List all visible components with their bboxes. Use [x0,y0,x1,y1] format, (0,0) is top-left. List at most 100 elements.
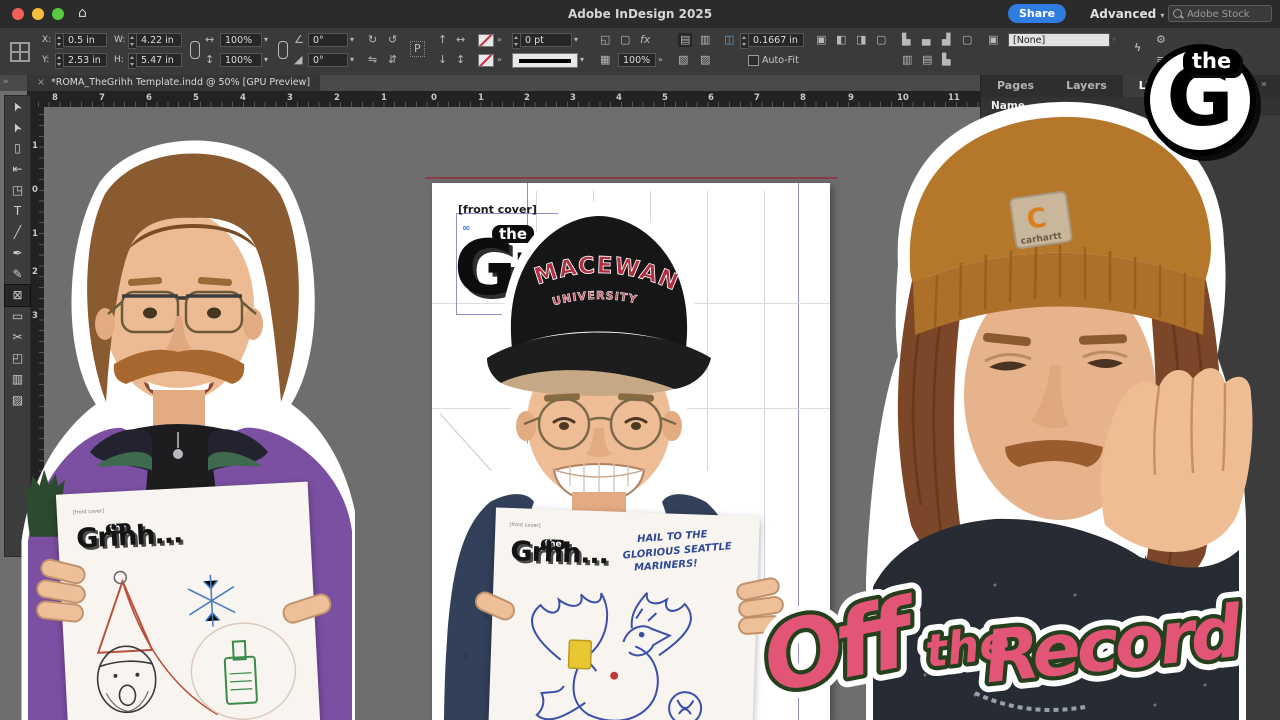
handwritten-note-line1: HAIL TO THE [636,529,708,546]
distribute-right-icon[interactable]: ▙ [942,53,950,67]
align-bottom-icon[interactable]: ↓ [438,53,447,67]
quick-actions-icon[interactable]: ϟ [1134,41,1141,55]
settings-gear-icon[interactable]: ⚙ [1156,33,1166,47]
fit-content-icon[interactable]: ▣ [816,33,826,47]
wrap-none-icon[interactable]: ▤ [678,33,693,47]
shear-caret-icon[interactable]: ▾ [350,55,354,64]
align-center-icon[interactable]: ▄ [922,33,930,47]
distribute-center-icon[interactable]: ▤ [922,53,932,67]
stroke-weight-caret-icon[interactable]: ▾ [574,35,578,44]
shear-input[interactable]: 0° [308,53,348,67]
w-label: W: [114,35,126,45]
x-label: X: [42,35,52,45]
adobe-stock-search-input[interactable]: Adobe Stock [1168,5,1272,22]
rotation-icon: ∠ [294,33,304,46]
fill-color-caret-icon[interactable]: » [497,55,502,64]
distribute-left-icon[interactable]: ▥ [902,53,912,67]
frame-fitting-icon[interactable]: ◫ [724,33,734,47]
share-button[interactable]: Share [1008,4,1066,23]
stroke-color-caret-icon[interactable]: » [497,35,502,44]
effects-fx-icon[interactable]: fx [640,33,650,47]
workspace-dropdown[interactable]: Advanced ▾ [1090,7,1164,21]
scale-y-caret-icon[interactable]: ▾ [264,55,268,64]
app-title: Adobe InDesign 2025 [567,7,713,21]
h-stepper[interactable] [128,53,136,69]
rotation-input[interactable]: 0° [308,33,348,47]
opacity-caret-icon[interactable]: » [658,55,663,64]
stroke-weight-stepper[interactable] [512,33,520,49]
corner-options-icon[interactable]: ◱ [600,33,610,47]
corner-shape-icon[interactable]: ▢ [620,33,630,47]
rotate-ccw-icon[interactable]: ↺ [388,33,397,47]
ruler-number: 8 [800,93,806,103]
panel-tab-layers[interactable]: Layers [1050,75,1123,97]
chevron-down-icon: ▾ [1160,11,1165,20]
control-panel: X: 0.5 in Y: 2.53 in W: 4.22 in H: 5.47 … [0,28,1280,76]
panel-tab-pages[interactable]: Pages [981,75,1050,97]
y-stepper[interactable] [55,53,63,69]
ruler-number: 8 [52,93,58,103]
w-input[interactable]: 4.22 in [136,33,182,47]
object-style-dropdown[interactable]: [None] [1008,33,1110,47]
gap-input[interactable]: 0.1667 in [748,33,804,47]
ruler-number: 6 [146,93,152,103]
constrain-scale-icon[interactable] [278,41,288,59]
align-top-icon[interactable]: ↑ [438,33,447,47]
h-input[interactable]: 5.47 in [136,53,182,67]
wrap-jump-icon[interactable]: ▨ [700,53,710,67]
gap-stepper[interactable] [740,33,748,49]
document-tab[interactable]: × *ROMA_TheGrihh Template.indd @ 50% [GPU… [27,75,321,91]
constrain-dimensions-icon[interactable] [190,41,200,59]
handwritten-note-line3: MARINERS! [633,558,699,574]
fit-proportional-icon[interactable]: ▢ [876,33,886,47]
reference-point-proxy[interactable] [8,38,34,64]
center-content-icon[interactable]: ◨ [856,33,866,47]
stroke-weight-input[interactable]: 0 pt [520,33,572,47]
shear-icon: ◢ [294,53,303,66]
scale-x-caret-icon[interactable]: ▾ [264,35,268,44]
fit-frame-icon[interactable]: ◧ [836,33,846,47]
distribute-v-icon[interactable]: ↕ [456,53,465,67]
paper-logo-main: Grihh... [75,518,183,555]
gnome-doodle [96,570,297,720]
autofit-checkbox[interactable] [748,55,759,66]
stroke-color-swatch[interactable] [478,34,494,47]
close-tab-icon[interactable]: × [37,77,45,88]
distribute-h-icon[interactable]: ↔ [456,33,465,47]
stroke-style-dropdown[interactable] [512,53,578,68]
align-left-icon[interactable]: ▙ [902,33,910,47]
scale-y-icon: ↕ [205,53,215,66]
stroke-style-caret-icon[interactable]: ▾ [580,55,584,64]
opacity-input[interactable]: 100% [618,53,656,67]
document-tab-title: *ROMA_TheGrihh Template.indd @ 50% [GPU … [50,77,311,88]
select-container-icon[interactable]: P [410,41,425,57]
panel-chevrons-icon[interactable]: » [1261,79,1267,90]
title-bar: ⌂ Adobe InDesign 2025 Share Advanced ▾ A… [0,0,1280,29]
fill-color-swatch[interactable] [478,54,494,67]
tab-overflow-icon[interactable]: » [3,77,9,87]
x-stepper[interactable] [55,33,63,49]
search-icon [1173,9,1182,18]
scale-y-input[interactable]: 100% [220,53,262,67]
align-right-icon[interactable]: ▟ [942,33,950,47]
frame-options-icon[interactable]: ▢ [962,33,972,47]
rotate-cw-icon[interactable]: ↻ [368,33,377,47]
wrap-bounding-icon[interactable]: ▥ [700,33,710,47]
rotation-caret-icon[interactable]: ▾ [350,35,354,44]
ruler-number: 4 [616,93,622,103]
y-input[interactable]: 2.53 in [63,53,107,67]
scale-x-input[interactable]: 100% [220,33,262,47]
horizontal-ruler[interactable]: 8 7 6 5 4 3 2 1 0 1 2 3 4 5 6 7 8 9 10 11 [27,91,980,107]
paper-logo-main: Grhh... [509,536,609,571]
ruler-number: 5 [193,93,199,103]
flip-horizontal-icon[interactable]: ⇋ [368,53,377,67]
scale-x-icon: ↔ [205,33,215,46]
object-style-icon: ▣ [988,33,999,46]
x-input[interactable]: 0.5 in [63,33,107,47]
ruler-number: 9 [848,93,854,103]
wrap-shape-icon[interactable]: ▧ [678,53,688,67]
object-style-caret-icon[interactable]: ▾ [1112,35,1116,44]
ruler-number: 4 [240,93,246,103]
flip-vertical-icon[interactable]: ⇵ [388,53,397,67]
w-stepper[interactable] [128,33,136,49]
